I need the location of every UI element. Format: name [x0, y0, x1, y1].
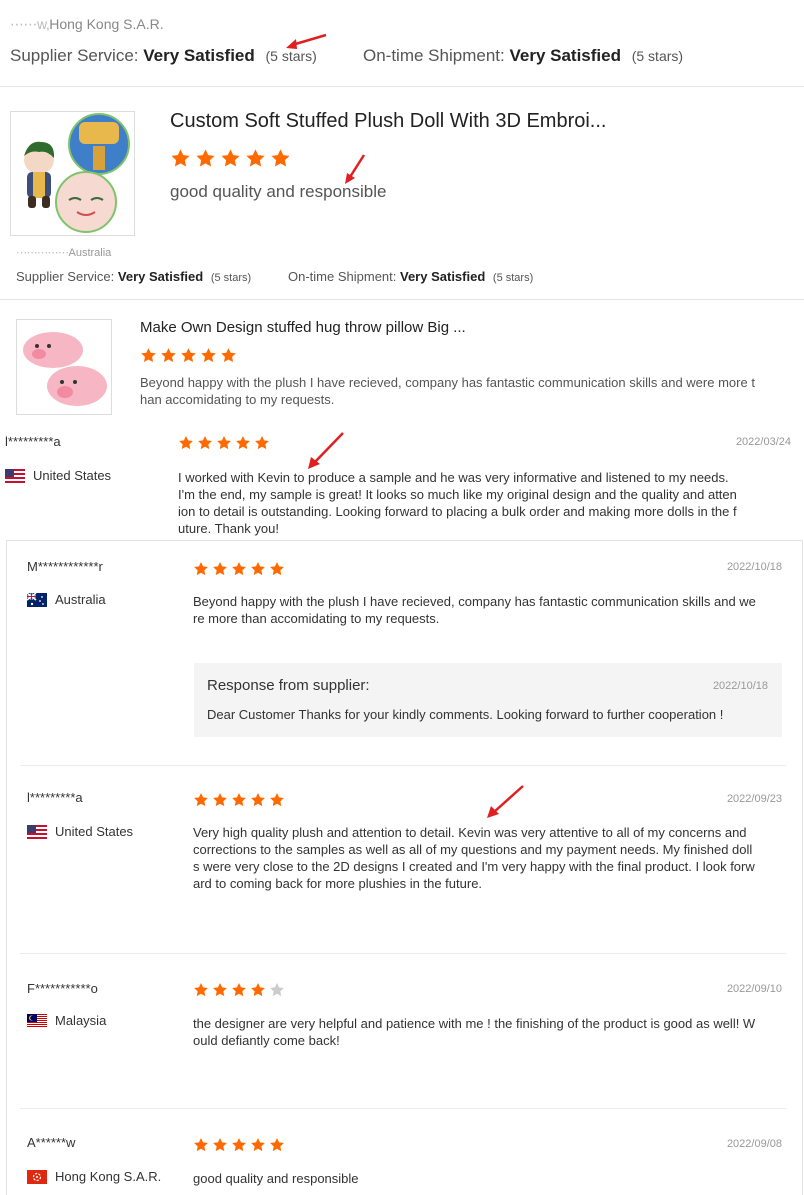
reviewer-name: M************r: [27, 559, 103, 574]
star-filled-icon: [250, 561, 266, 577]
annotation-arrow-icon: [308, 432, 344, 469]
star-filled-icon: [193, 1137, 209, 1153]
star-filled-icon: [245, 148, 266, 169]
reviewer-country: Hong Kong S.A.R.: [27, 1169, 161, 1184]
annotation-arrow-icon: [286, 33, 327, 49]
supplier-response: Response from supplier: 2022/10/18 Dear …: [194, 663, 782, 737]
reviewer-location: ⋯⋯⋯⋯⋯Australia: [16, 247, 112, 259]
star-filled-icon: [269, 561, 285, 577]
featured-review: l*********a United States 2022/03/24 I w…: [0, 425, 804, 540]
star-filled-icon: [193, 792, 209, 808]
top-review-footer: ⋯⋯w,Hong Kong S.A.R. Supplier Service: V…: [0, 0, 804, 87]
star-filled-icon: [235, 435, 251, 451]
star-filled-icon: [216, 435, 232, 451]
review-divider: [20, 765, 786, 766]
product-thumbnail-doll[interactable]: [10, 111, 135, 236]
star-filled-icon: [200, 347, 217, 364]
star-empty-icon: [269, 982, 285, 998]
review-date: 2022/10/18: [726, 561, 782, 573]
star-filled-icon: [197, 435, 213, 451]
reviewer-location: ⋯⋯w,Hong Kong S.A.R.: [10, 16, 164, 32]
us-flag-icon: [5, 468, 25, 483]
star-filled-icon: [212, 561, 228, 577]
star-filled-icon: [250, 982, 266, 998]
review-divider: [20, 953, 786, 954]
review-divider: [20, 1108, 786, 1109]
response-date: 2022/10/18: [712, 680, 768, 692]
star-filled-icon: [170, 148, 191, 169]
us-flag-icon: [27, 824, 47, 839]
review-text: the designer are very helpful and patien…: [193, 1016, 756, 1048]
rating-stars: [193, 561, 285, 577]
review-text: Very high quality plush and attention to…: [193, 825, 755, 891]
pig-pillow-image: [23, 332, 107, 406]
product-review-plush-doll: Custom Soft Stuffed Plush Doll With 3D E…: [0, 87, 804, 300]
star-filled-icon: [193, 561, 209, 577]
star-filled-icon: [195, 148, 216, 169]
product-thumbnail-pillow[interactable]: [16, 319, 112, 415]
response-title: Response from supplier:: [207, 677, 370, 694]
star-filled-icon: [220, 347, 237, 364]
star-filled-icon: [180, 347, 197, 364]
shipment-rating: On-time Shipment: Very Satisfied (5 star…: [288, 269, 534, 284]
supplier-service-rating: Supplier Service: Very Satisfied (5 star…: [10, 46, 317, 65]
annotation-arrow-icon: [487, 785, 524, 818]
star-filled-icon: [193, 982, 209, 998]
star-filled-icon: [212, 1137, 228, 1153]
product-review-pillow: Make Own Design stuffed hug throw pillow…: [0, 300, 804, 425]
star-filled-icon: [178, 435, 194, 451]
product-title[interactable]: Make Own Design stuffed hug throw pillow…: [140, 319, 466, 336]
rating-stars: [193, 792, 285, 808]
review-text: I worked with Kevin to produce a sample …: [178, 470, 737, 536]
star-filled-icon: [231, 982, 247, 998]
star-filled-icon: [269, 1137, 285, 1153]
reviewer-country: United States: [27, 824, 133, 839]
reviewer-name: l*********a: [5, 434, 61, 449]
star-filled-icon: [212, 982, 228, 998]
reviewer-name: l*********a: [27, 790, 83, 805]
review-date: 2022/09/08: [726, 1138, 782, 1150]
reviewer-name: F***********o: [27, 981, 98, 996]
review-date: 2022/09/10: [726, 983, 782, 995]
star-filled-icon: [140, 347, 157, 364]
reviewer-country: Malaysia: [27, 1013, 106, 1028]
rating-stars: [170, 148, 291, 169]
review-text: Beyond happy with the plush I have recie…: [193, 594, 756, 626]
star-filled-icon: [250, 1137, 266, 1153]
review-comment: Beyond happy with the plush I have recie…: [140, 375, 755, 407]
review-date: 2022/09/23: [726, 793, 782, 805]
star-filled-icon: [250, 792, 266, 808]
rating-stars: [193, 982, 285, 998]
star-filled-icon: [231, 561, 247, 577]
review-date: 2022/03/24: [735, 436, 791, 448]
star-filled-icon: [270, 148, 291, 169]
supplier-service-rating: Supplier Service: Very Satisfied (5 star…: [16, 269, 252, 284]
reviewer-country: Australia: [27, 592, 106, 607]
star-filled-icon: [231, 792, 247, 808]
star-filled-icon: [212, 792, 228, 808]
response-text: Dear Customer Thanks for your kindly com…: [207, 707, 724, 722]
hong-kong-flag-icon: [27, 1169, 47, 1184]
reviewer-country: United States: [5, 468, 111, 483]
star-filled-icon: [254, 435, 270, 451]
rating-stars: [140, 347, 237, 364]
review-text: good quality and responsible: [193, 1171, 359, 1186]
star-filled-icon: [231, 1137, 247, 1153]
plush-doll-image: [24, 113, 130, 233]
reviewer-name: A******w: [27, 1135, 76, 1150]
australia-flag-icon: [27, 592, 47, 607]
rating-stars: [193, 1137, 285, 1153]
star-filled-icon: [269, 792, 285, 808]
annotation-arrow-icon: [345, 154, 366, 184]
star-filled-icon: [220, 148, 241, 169]
shipment-rating: On-time Shipment: Very Satisfied (5 star…: [363, 46, 684, 65]
product-title[interactable]: Custom Soft Stuffed Plush Doll With 3D E…: [170, 110, 606, 133]
rating-stars: [178, 435, 270, 451]
malaysia-flag-icon: [27, 1013, 47, 1028]
star-filled-icon: [160, 347, 177, 364]
